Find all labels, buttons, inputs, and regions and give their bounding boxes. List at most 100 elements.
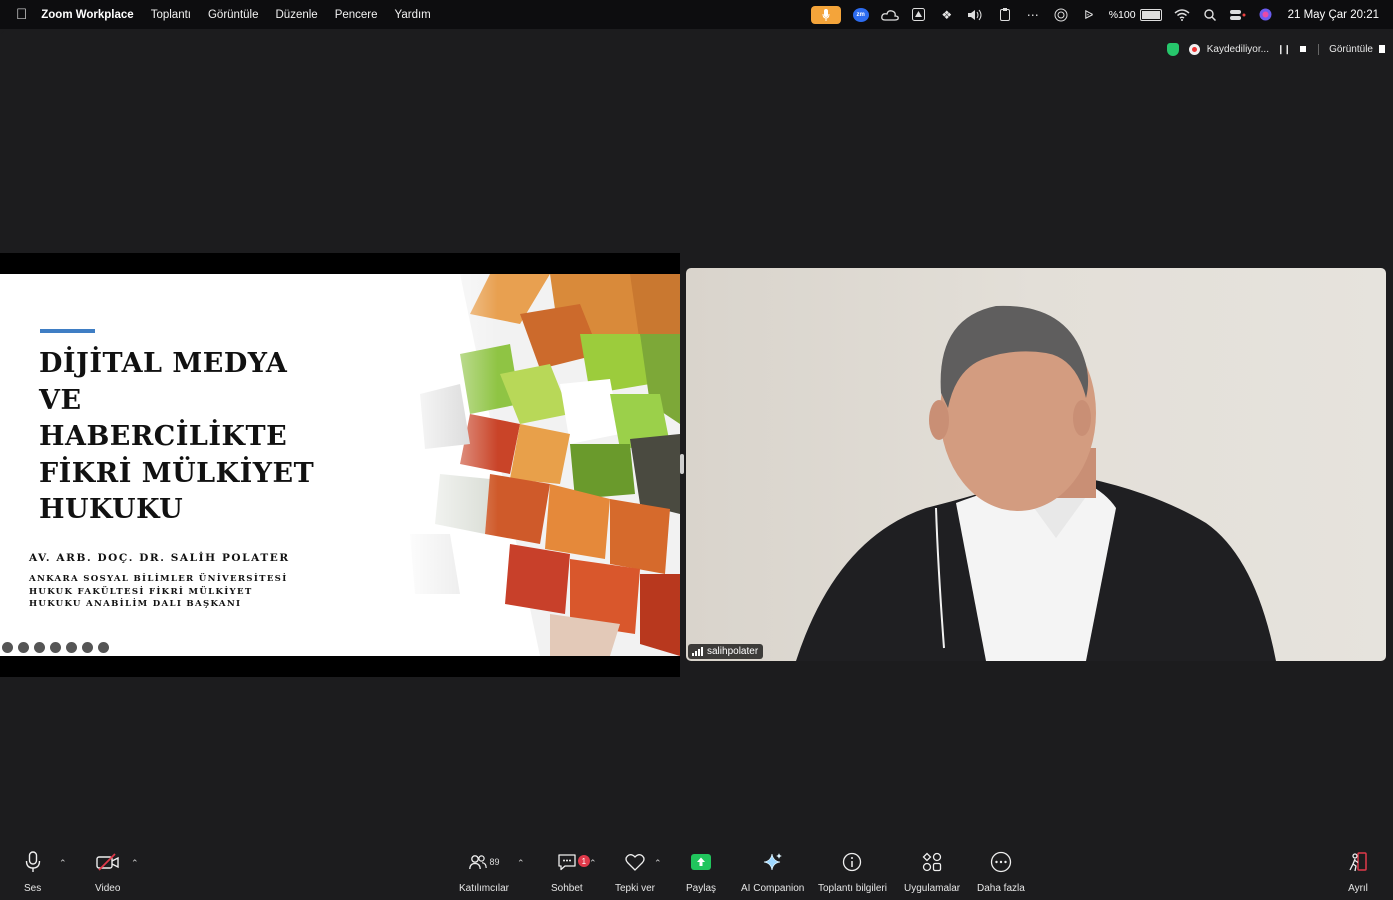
spotlight-search-icon[interactable] (1202, 5, 1218, 25)
bluetooth-icon[interactable]: ᐉ (1081, 5, 1097, 25)
menu-duzenle[interactable]: Düzenle (276, 9, 318, 21)
more-label: Daha fazla (977, 883, 1025, 894)
leave-button[interactable]: Ayrıl (1348, 848, 1368, 894)
menu-toplanti[interactable]: Toplantı (151, 9, 191, 21)
participant-name: salihpolater (707, 646, 759, 657)
ai-companion-button[interactable]: AI Companion (741, 848, 804, 894)
video-label: Video (95, 883, 121, 894)
apps-icon[interactable] (922, 848, 942, 876)
leave-icon[interactable] (1348, 848, 1368, 876)
chat-options-chevron-icon[interactable]: ⌃ (589, 858, 597, 869)
slide-author: AV. ARB. DOÇ. DR. SALİH POLATER (29, 552, 290, 564)
prev-slide-icon[interactable] (2, 642, 13, 653)
chat-button[interactable]: 1 Sohbet (551, 848, 590, 894)
participant-nametag: salihpolater (688, 644, 764, 659)
participant-video[interactable]: salihpolater (686, 268, 1386, 661)
speaker-figure (796, 305, 1276, 661)
participants-options-chevron-icon[interactable]: ⌃ (517, 858, 525, 869)
panel-splitter-handle[interactable] (680, 454, 684, 474)
pen-icon[interactable] (18, 642, 29, 653)
more-icon[interactable] (990, 848, 1012, 876)
title-line: VE (39, 384, 82, 416)
info-icon[interactable] (842, 848, 862, 876)
recording-icon (1188, 43, 1200, 55)
recording-status-bar: Kaydediliyor... ❙❙ Görüntüle (1166, 40, 1385, 58)
volume-icon[interactable] (967, 5, 985, 25)
audio-options-chevron-icon[interactable]: ⌃ (59, 858, 67, 869)
react-label: Tepki ver (615, 883, 656, 894)
connection-strength-icon (692, 647, 703, 656)
airdrop-icon[interactable] (1053, 5, 1069, 25)
title-line: HABERCİLİKTE (39, 421, 288, 452)
share-button[interactable]: Paylaş (686, 848, 716, 894)
accent-bar (40, 329, 95, 333)
participants-button[interactable]: 89 Katılımcılar (459, 848, 509, 894)
wifi-icon[interactable] (1174, 5, 1190, 25)
siri-icon[interactable] (1258, 5, 1274, 25)
video-button[interactable]: Video (95, 848, 120, 894)
share-screen-icon[interactable] (691, 848, 711, 876)
slide-affiliation: ANKARA SOSYAL BİLİMLER ÜNİVERSİTESİ HUKU… (29, 574, 288, 609)
zoom-status-icon[interactable]: zm (852, 7, 869, 22)
shared-slide: DİJİTAL MEDYA VE HABERCİLİKTE FİKRİ MÜLK… (0, 274, 680, 656)
clock[interactable]: 21 May Çar 20:21 (1288, 9, 1379, 21)
battery-icon[interactable] (1139, 8, 1162, 21)
chat-icon[interactable] (557, 853, 577, 871)
audio-button[interactable]: Ses (24, 848, 41, 894)
video-off-icon[interactable] (96, 848, 120, 876)
react-button[interactable]: Tepki ver (615, 848, 655, 894)
battery-percent: %100 (1108, 8, 1136, 21)
participants-icon-wrap: 89 (468, 848, 500, 876)
title-line: HUKUKU (39, 494, 184, 525)
title-line: DİJİTAL MEDYA (39, 348, 288, 379)
meeting-info-button[interactable]: Toplantı bilgileri (818, 848, 887, 894)
view-button[interactable]: Görüntüle (1329, 44, 1373, 55)
chat-label: Sohbet (551, 883, 583, 894)
captions-icon[interactable] (50, 642, 61, 653)
geometric-cube-artwork (400, 274, 680, 656)
share-label: Paylaş (686, 883, 717, 894)
slide-title: DİJİTAL MEDYA VE HABERCİLİKTE FİKRİ MÜLK… (39, 346, 399, 529)
display-icon[interactable]: ⋯ (1025, 5, 1041, 25)
participants-icon[interactable] (468, 854, 487, 870)
microphone-icon[interactable] (25, 848, 41, 876)
pause-recording-icon[interactable]: ❙❙ (1277, 44, 1291, 55)
meeting-toolbar: Ses ⌃ Video ⌃ 89 Katılımcılar ⌃ 1 Sohbet… (0, 848, 1393, 900)
app-menu[interactable]: Zoom Workplace (41, 9, 133, 21)
zoom-icon[interactable] (34, 642, 45, 653)
divider (1318, 43, 1320, 55)
dropbox-icon[interactable]: ❖ (939, 5, 955, 25)
mic-in-use-icon[interactable] (810, 5, 841, 24)
recording-label: Kaydediliyor... (1206, 43, 1269, 55)
clipboard-icon[interactable] (997, 5, 1013, 25)
participants-label: Katılımcılar (459, 883, 510, 894)
drive-icon[interactable] (911, 5, 927, 25)
heart-icon[interactable] (625, 848, 645, 876)
audio-label: Ses (24, 883, 42, 894)
control-center-icon[interactable] (1229, 5, 1246, 25)
menu-yardim[interactable]: Yardım (395, 9, 431, 21)
ai-companion-label: AI Companion (741, 883, 805, 894)
menu-pencere[interactable]: Pencere (335, 9, 378, 21)
next-slide-icon[interactable] (98, 642, 109, 653)
react-options-chevron-icon[interactable]: ⌃ (654, 858, 662, 869)
video-options-chevron-icon[interactable]: ⌃ (131, 858, 139, 869)
encryption-shield-icon[interactable] (1166, 42, 1179, 56)
more-options-icon[interactable] (82, 642, 93, 653)
participants-count: 89 (489, 857, 500, 867)
cloud-sync-icon[interactable] (880, 5, 899, 25)
sparkle-icon[interactable] (763, 848, 783, 876)
menu-goruntule[interactable]: Görüntüle (208, 9, 259, 21)
view-layout-icon[interactable] (1379, 45, 1385, 53)
stop-recording-icon[interactable] (1300, 46, 1307, 52)
apps-button[interactable]: Uygulamalar (904, 848, 960, 894)
apps-label: Uygulamalar (904, 883, 961, 894)
slide-toolbar (2, 642, 109, 653)
leave-label: Ayrıl (1348, 883, 1368, 894)
more-button[interactable]: Daha fazla (977, 848, 1025, 894)
apple-icon[interactable]:  (16, 7, 27, 22)
menu-bar:  Zoom Workplace Toplantı Görüntüle Düze… (0, 0, 1393, 29)
chat-icon-wrap: 1 (557, 848, 590, 876)
camera-off-icon[interactable] (66, 642, 77, 653)
title-line: FİKRİ MÜLKİYET (39, 457, 315, 489)
